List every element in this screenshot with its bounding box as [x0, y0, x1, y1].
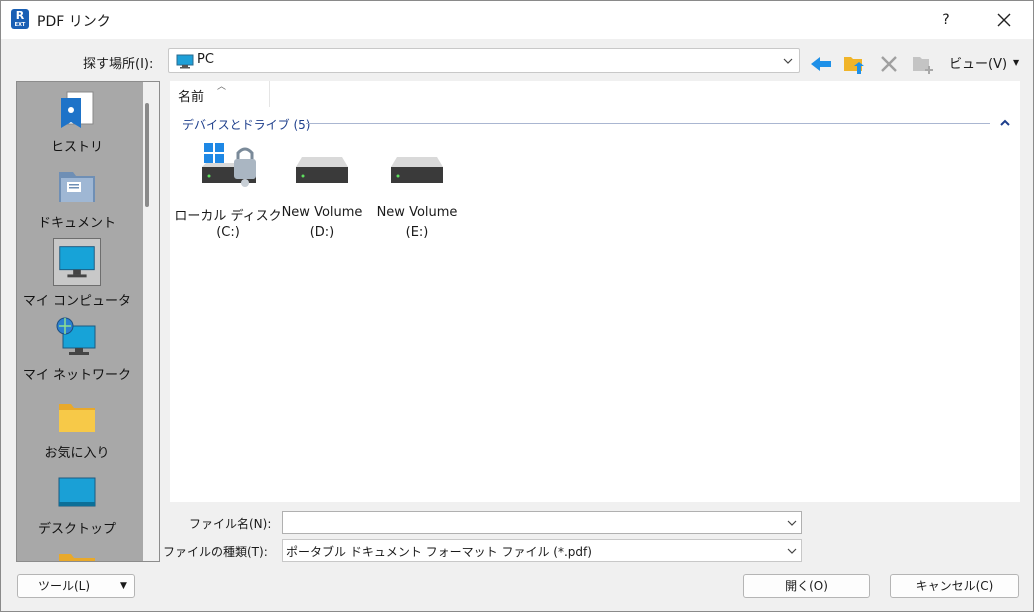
tools-button-label: ツール(L) — [38, 579, 91, 593]
up-folder-button[interactable] — [842, 53, 866, 75]
drive-letter: (E:) — [405, 225, 429, 240]
pc-icon — [176, 54, 194, 69]
desktop-icon — [58, 477, 96, 507]
places-scrollbar[interactable] — [143, 82, 159, 561]
cancel-button[interactable]: キャンセル(C) — [890, 574, 1019, 598]
place-label: デスクトップ — [37, 522, 116, 537]
view-menu-button[interactable]: ビュー(V) — [949, 53, 1007, 72]
filetype-value: ポータブル ドキュメント フォーマット ファイル (*.pdf) — [286, 545, 592, 559]
pdf-link-dialog: R EXT PDF リンク ? 探す場所(I): PC ビュー(V) ▼ ヒスト… — [0, 0, 1034, 612]
look-in-value: PC — [197, 52, 214, 67]
place-label: ドキュメント — [37, 216, 116, 231]
look-in-combo[interactable]: PC — [168, 48, 800, 73]
group-header[interactable]: デバイスとドライブ (5) — [182, 116, 310, 133]
drive-item[interactable]: New Volume (D:) — [274, 141, 370, 251]
drive-item[interactable]: ローカル ディスク (C:) — [174, 141, 282, 251]
local-disk-locked-icon — [202, 143, 256, 187]
back-button[interactable] — [809, 53, 833, 75]
place-label: お気に入り — [44, 446, 110, 461]
dropdown-caret-icon: ▼ — [120, 581, 127, 591]
look-in-label: 探す場所(I): — [83, 57, 154, 72]
delete-icon — [881, 56, 897, 72]
filetype-select[interactable]: ポータブル ドキュメント フォーマット ファイル (*.pdf) — [282, 539, 802, 562]
tools-button[interactable]: ツール(L) ▼ — [17, 574, 135, 598]
app-icon: R EXT — [11, 9, 29, 29]
drive-label: New Volume — [281, 205, 363, 220]
places-bar: ヒストリ ドキュメント マイ コンピュータ マイ ネットワーク お気に入り デス… — [16, 81, 160, 562]
places-scroll-thumb[interactable] — [145, 103, 149, 207]
drive-icon — [296, 157, 348, 183]
drive-letter: (C:) — [216, 225, 240, 240]
chevron-down-icon — [787, 548, 797, 554]
drive-item[interactable]: New Volume (E:) — [369, 141, 465, 251]
place-label: ヒストリ — [50, 140, 103, 155]
filename-input[interactable] — [282, 511, 802, 534]
app-icon-letter: R — [15, 9, 25, 22]
group-divider — [306, 123, 990, 124]
history-icon — [61, 91, 94, 128]
network-icon — [56, 317, 96, 355]
drive-label: New Volume — [376, 205, 458, 220]
file-list[interactable]: ︿ 名前 デバイスとドライブ (5) ローカル ディスク (C:) New Vo… — [170, 81, 1020, 502]
sort-ascending-icon: ︿ — [217, 82, 227, 92]
chevron-down-icon — [783, 58, 793, 64]
place-label: マイ ネットワーク — [22, 368, 132, 383]
filename-label: ファイル名(N): — [189, 517, 272, 531]
drive-letter: (D:) — [309, 225, 335, 240]
window-title: PDF リンク — [37, 14, 111, 30]
up-folder-icon — [844, 57, 864, 74]
folder-icon — [59, 554, 95, 561]
chevron-down-icon[interactable] — [785, 516, 799, 530]
column-header-name[interactable]: ︿ 名前 — [170, 81, 270, 107]
place-label: マイ コンピュータ — [22, 294, 132, 309]
collapse-chevron-icon[interactable] — [998, 117, 1012, 129]
column-header-label: 名前 — [178, 90, 205, 105]
documents-icon — [59, 172, 95, 202]
drive-label: ローカル ディスク — [174, 209, 282, 224]
close-icon — [997, 13, 1011, 27]
drive-icon — [391, 157, 443, 183]
view-caret-icon[interactable]: ▼ — [1013, 58, 1019, 67]
app-icon-sub: EXT — [14, 22, 26, 28]
help-button[interactable]: ? — [931, 7, 961, 33]
favorites-folder-icon — [59, 404, 95, 432]
new-folder-button[interactable] — [911, 53, 935, 75]
back-arrow-icon — [811, 57, 831, 71]
delete-button[interactable] — [877, 53, 901, 75]
filetype-label: ファイルの種類(T): — [163, 545, 268, 559]
open-button[interactable]: 開く(O) — [743, 574, 870, 598]
computer-icon — [53, 238, 101, 286]
title-bar: R EXT PDF リンク ? — [1, 1, 1033, 39]
new-folder-icon — [913, 57, 933, 74]
close-button[interactable] — [987, 7, 1021, 33]
